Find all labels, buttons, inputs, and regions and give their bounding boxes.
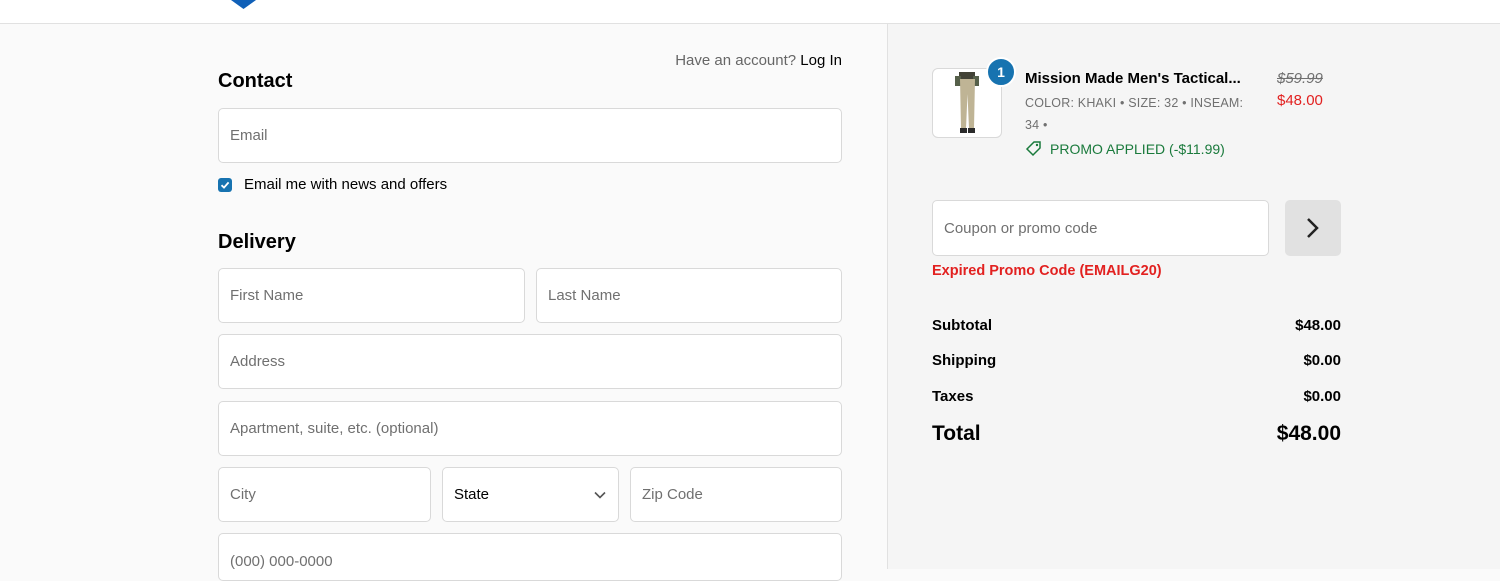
top-header <box>0 0 1500 24</box>
last-name-input[interactable]: Last Name <box>536 268 842 323</box>
newsletter-label: Email me with news and offers <box>244 176 448 193</box>
coupon-error-message: Expired Promo Code (EMAILG20) <box>932 263 1162 279</box>
chevron-right-icon <box>1307 218 1319 238</box>
chevron-down-icon <box>594 491 606 499</box>
subtotal-label: Subtotal <box>932 317 992 334</box>
address-input[interactable]: Address <box>218 334 842 389</box>
shipping-value: $0.00 <box>1303 352 1341 369</box>
state-select-value: State <box>454 486 490 503</box>
apartment-input[interactable]: Apartment, suite, etc. (optional) <box>218 401 842 456</box>
account-prompt-text: Have an account? <box>675 52 797 69</box>
promo-applied: PROMO APPLIED (-$11.99) <box>1025 140 1225 157</box>
newsletter-checkbox[interactable] <box>218 177 232 192</box>
taxes-value: $0.00 <box>1303 388 1341 405</box>
taxes-label: Taxes <box>932 388 974 405</box>
first-name-input[interactable]: First Name <box>218 268 525 323</box>
newsletter-checkbox-row[interactable]: Email me with news and offers <box>218 176 447 193</box>
subtotal-value: $48.00 <box>1295 317 1341 334</box>
product-variant: COLOR: KHAKI • SIZE: 32 • INSEAM: 34 • <box>1025 92 1265 136</box>
subtotal-row: Subtotal $48.00 <box>932 317 1341 334</box>
delivery-heading: Delivery <box>218 231 296 253</box>
sale-price: $48.00 <box>1277 92 1323 109</box>
original-price: $59.99 <box>1277 70 1323 87</box>
quantity-badge: 1 <box>986 57 1016 87</box>
login-link[interactable]: Log In <box>800 52 842 69</box>
tag-icon <box>1025 141 1041 157</box>
contact-heading: Contact <box>218 70 293 92</box>
total-row: Total $48.00 <box>932 422 1341 446</box>
email-input[interactable]: Email <box>218 108 842 163</box>
shipping-row: Shipping $0.00 <box>932 352 1341 369</box>
phone-input[interactable]: (000) 000-0000 <box>218 533 842 581</box>
state-select[interactable]: State <box>442 467 619 522</box>
total-label: Total <box>932 422 981 445</box>
variant-line-2: 34 • <box>1025 118 1048 132</box>
account-prompt: Have an account? Log In <box>675 52 842 69</box>
logo-icon[interactable] <box>231 0 256 9</box>
coupon-input[interactable]: Coupon or promo code <box>932 200 1269 256</box>
zip-code-input[interactable]: Zip Code <box>630 467 842 522</box>
product-title: Mission Made Men's Tactical... <box>1025 70 1241 87</box>
total-value: $48.00 <box>1276 422 1341 445</box>
apply-coupon-button[interactable] <box>1285 200 1341 256</box>
taxes-row: Taxes $0.00 <box>932 388 1341 405</box>
shipping-label: Shipping <box>932 352 997 369</box>
city-input[interactable]: City <box>218 467 431 522</box>
variant-line-1: COLOR: KHAKI • SIZE: 32 • INSEAM: <box>1025 96 1244 110</box>
check-icon <box>220 181 230 189</box>
promo-applied-text: PROMO APPLIED (-$11.99) <box>1050 140 1225 157</box>
